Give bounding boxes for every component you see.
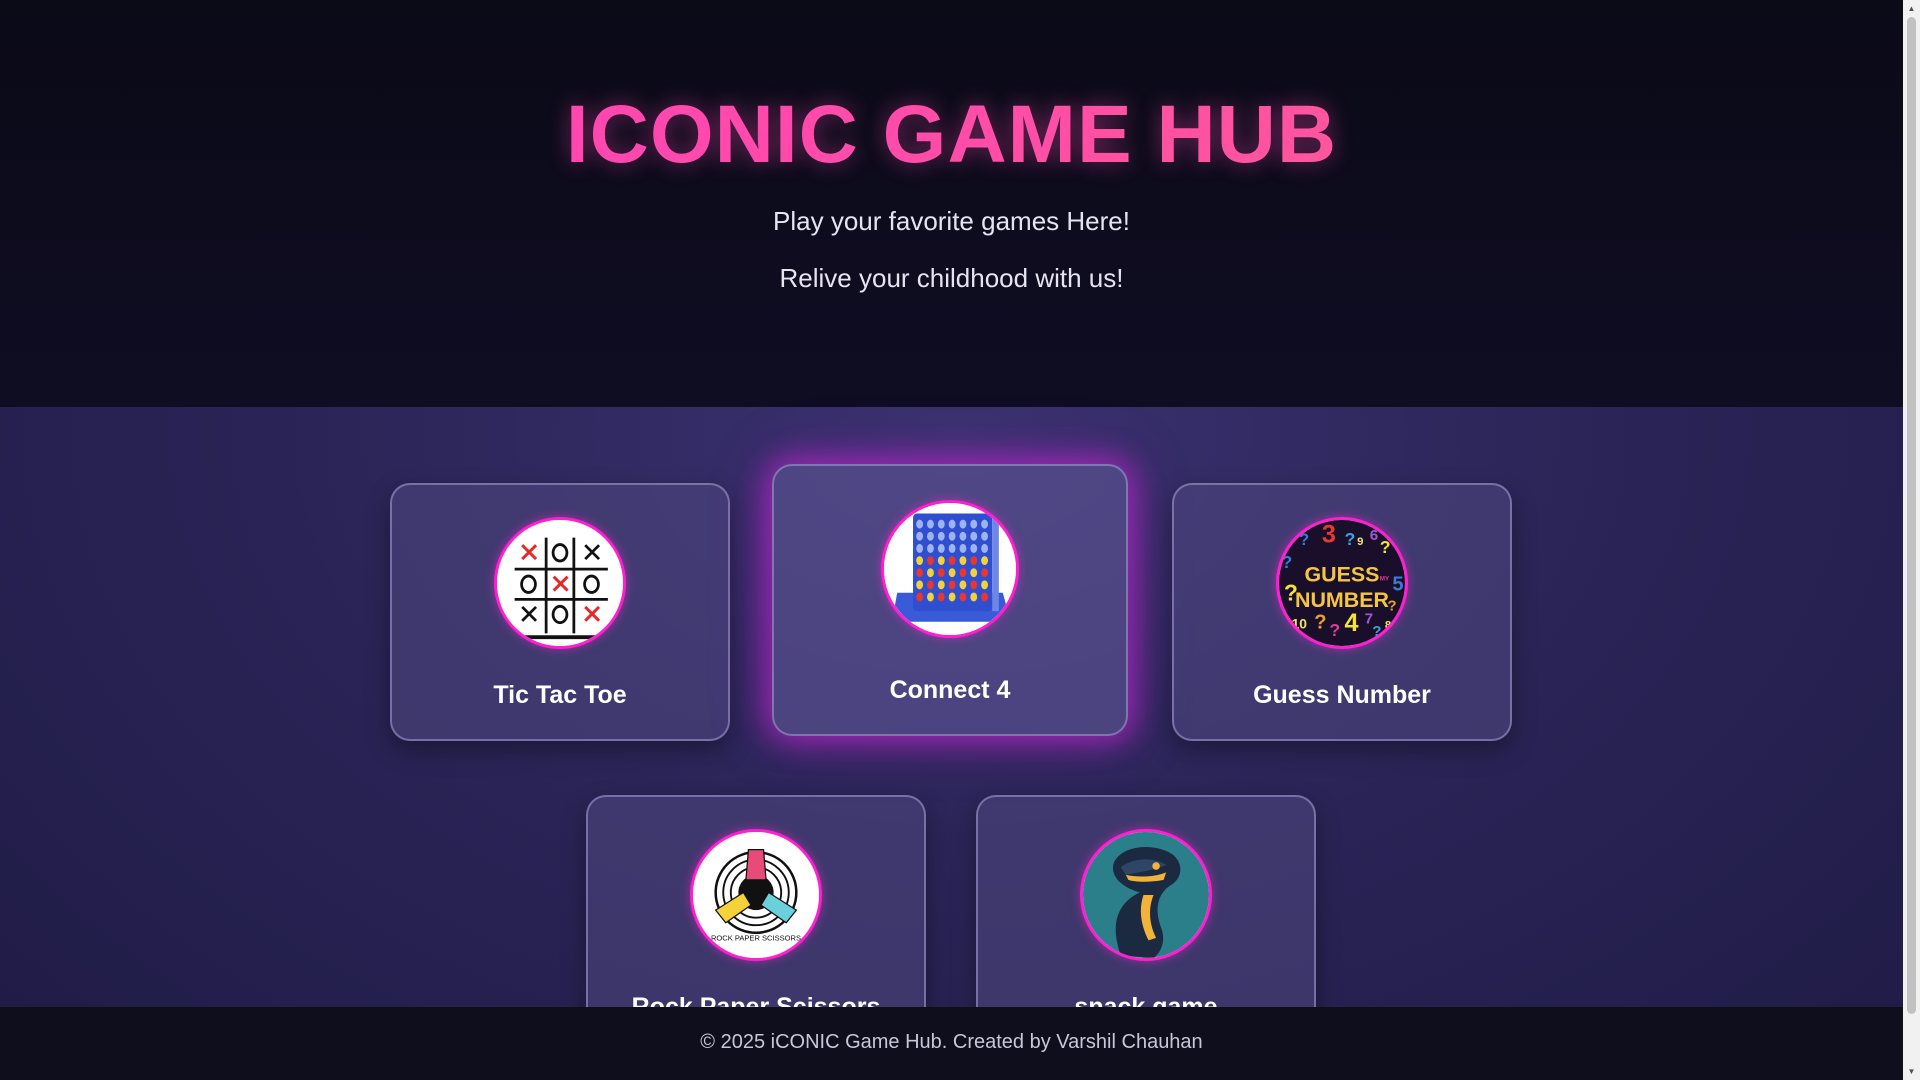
svg-text:?: ? xyxy=(1329,620,1340,640)
game-card-guess-number[interactable]: 3 ? ? 9 6 ? ? ? 5 ? 10 ? ? 4 7 ? 8 GUESS… xyxy=(1172,483,1512,741)
svg-text:5: 5 xyxy=(1392,574,1403,596)
game-card-tic-tac-toe[interactable]: Tic Tac Toe xyxy=(390,483,730,741)
guess-text: GUESS xyxy=(1305,563,1380,587)
rps-text: ROCK PAPER SCISSORS xyxy=(711,933,801,942)
page-title: ICONIC GAME HUB xyxy=(0,88,1903,182)
guess-number-icon: 3 ? ? 9 6 ? ? ? 5 ? 10 ? ? 4 7 ? 8 GUESS… xyxy=(1276,517,1408,649)
svg-text:8: 8 xyxy=(1385,619,1391,631)
my-text: MY xyxy=(1380,575,1390,582)
svg-text:3: 3 xyxy=(1322,521,1336,549)
scrollbar-thumb[interactable] xyxy=(1907,17,1916,1014)
vertical-scrollbar[interactable]: ▲ ▼ xyxy=(1903,0,1920,1080)
hero-header: ICONIC GAME HUB Play your favorite games… xyxy=(0,0,1903,407)
svg-text:?: ? xyxy=(1299,531,1309,549)
svg-text:10: 10 xyxy=(1292,615,1308,631)
svg-text:4: 4 xyxy=(1345,609,1359,637)
svg-text:?: ? xyxy=(1345,529,1356,549)
game-card-label: Guess Number xyxy=(1253,681,1431,709)
svg-text:?: ? xyxy=(1372,623,1381,640)
page: ICONIC GAME HUB Play your favorite games… xyxy=(0,0,1903,1080)
svg-text:?: ? xyxy=(1314,611,1326,633)
rock-paper-scissors-icon: ROCK PAPER SCISSORS xyxy=(690,829,822,961)
svg-text:6: 6 xyxy=(1370,527,1378,544)
number-text: NUMBER xyxy=(1295,588,1389,612)
tic-tac-toe-icon xyxy=(494,517,626,649)
svg-text:?: ? xyxy=(1380,537,1391,557)
game-card-connect-4[interactable]: Connect 4 xyxy=(772,464,1128,736)
game-card-label: Connect 4 xyxy=(889,676,1011,704)
svg-text:9: 9 xyxy=(1357,536,1363,548)
tagline-2: Relive your childhood with us! xyxy=(779,263,1124,293)
footer-text: © 2025 iCONIC Game Hub. Created by Varsh… xyxy=(700,1031,1203,1053)
connect-four-icon xyxy=(881,500,1019,638)
snake-icon xyxy=(1080,829,1212,961)
scroll-down-arrow-icon[interactable]: ▼ xyxy=(1903,1063,1920,1080)
page-footer: © 2025 iCONIC Game Hub. Created by Varsh… xyxy=(0,1007,1903,1080)
tagline-1: Play your favorite games Here! xyxy=(773,206,1130,236)
scroll-up-arrow-icon[interactable]: ▲ xyxy=(1903,0,1920,17)
game-card-label: Tic Tac Toe xyxy=(493,681,627,709)
svg-text:?: ? xyxy=(1282,552,1293,572)
